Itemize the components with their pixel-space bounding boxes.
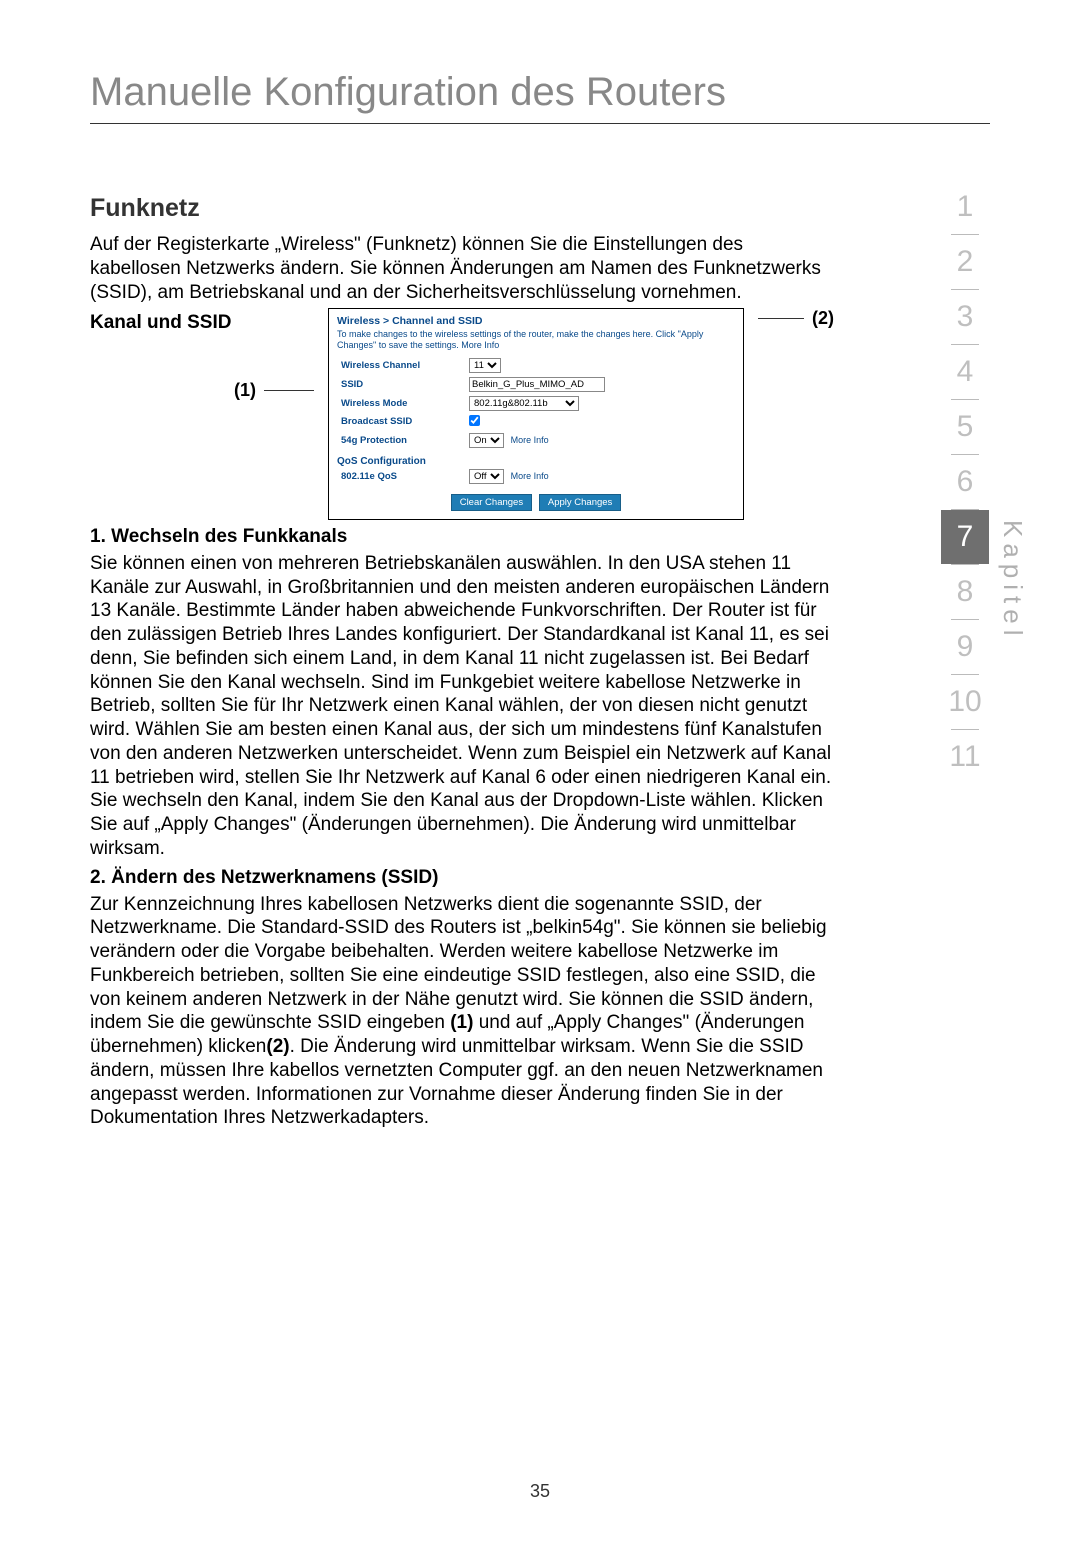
input-ssid[interactable]	[469, 377, 605, 392]
chapter-number-3[interactable]: 3	[941, 290, 989, 344]
callout-1-label: (1)	[234, 380, 256, 401]
chapter-number-6[interactable]: 6	[941, 455, 989, 509]
page-title: Manuelle Konfiguration des Routers	[90, 70, 990, 124]
select-80211e-qos[interactable]: Off	[469, 469, 504, 484]
page-number: 35	[0, 1481, 1080, 1502]
label-ssid: SSID	[337, 375, 465, 394]
subheading-2: 2. Ändern des Netzwerknamens (SSID)	[90, 867, 835, 889]
chapter-sidebar: 1234567891011 Kapitel	[941, 180, 1028, 784]
section-heading-funknetz: Funknetz	[90, 194, 835, 223]
chapter-number-4[interactable]: 4	[941, 345, 989, 399]
chapter-number-1[interactable]: 1	[941, 180, 989, 234]
select-wireless-mode[interactable]: 802.11g&802.11b	[469, 396, 579, 411]
label-wireless-channel: Wireless Channel	[337, 356, 465, 375]
label-wireless-mode: Wireless Mode	[337, 394, 465, 413]
router-settings-table: Wireless Channel 11 SSID Wireless Mode	[337, 356, 735, 450]
link-more-info-qos[interactable]: More Info	[511, 471, 549, 481]
chapter-number-11[interactable]: 11	[941, 730, 989, 784]
router-breadcrumb: Wireless > Channel and SSID	[337, 315, 735, 327]
sub2-callout-2: (2)	[266, 1036, 289, 1057]
manual-page: Manuelle Konfiguration des Routers Funkn…	[0, 0, 1080, 1542]
kapitel-label: Kapitel	[997, 520, 1028, 642]
main-content: Funknetz Auf der Registerkarte „Wireless…	[90, 194, 835, 1130]
chapter-number-8[interactable]: 8	[941, 565, 989, 619]
sub2-body: Zur Kennzeichnung Ihres kabellosen Netzw…	[90, 893, 835, 1131]
label-54g-protection: 54g Protection	[337, 431, 465, 450]
subheading-1: 1. Wechseln des Funkkanals	[90, 526, 835, 548]
qos-configuration-heading: QoS Configuration	[337, 456, 735, 467]
figure-left-column: Kanal und SSID (1)	[90, 308, 314, 401]
chapter-number-list: 1234567891011	[941, 180, 989, 784]
kanal-ssid-heading: Kanal und SSID	[90, 312, 314, 334]
router-qos-table: 802.11e QoS Off More Info	[337, 467, 735, 486]
router-admin-screenshot: Wireless > Channel and SSID To make chan…	[328, 308, 744, 520]
label-broadcast-ssid: Broadcast SSID	[337, 413, 465, 431]
select-54g-protection[interactable]: On	[469, 433, 504, 448]
clear-changes-button[interactable]: Clear Changes	[451, 494, 532, 511]
label-80211e-qos: 802.11e QoS	[337, 467, 465, 486]
router-button-row: Clear Changes Apply Changes	[337, 494, 735, 511]
link-more-info-protection[interactable]: More Info	[511, 435, 549, 445]
checkbox-broadcast-ssid[interactable]	[469, 415, 480, 426]
chapter-number-5[interactable]: 5	[941, 400, 989, 454]
apply-changes-button[interactable]: Apply Changes	[539, 494, 621, 511]
callout-2: (2)	[758, 308, 834, 371]
chapter-number-10[interactable]: 10	[941, 675, 989, 729]
chapter-number-2[interactable]: 2	[941, 235, 989, 289]
chapter-number-9[interactable]: 9	[941, 620, 989, 674]
select-wireless-channel[interactable]: 11	[469, 358, 501, 373]
section-intro-text: Auf der Registerkarte „Wireless" (Funkne…	[90, 233, 835, 304]
router-hint-text: To make changes to the wireless settings…	[337, 329, 735, 350]
callout-1: (1)	[90, 380, 314, 401]
callout-2-line	[758, 318, 804, 319]
sub2-callout-1: (1)	[450, 1012, 473, 1033]
sub1-body: Sie können einen von mehreren Betriebska…	[90, 552, 835, 861]
callout-1-line	[264, 390, 314, 391]
callout-2-label: (2)	[812, 308, 834, 329]
figure-row: Kanal und SSID (1) Wireless > Channel an…	[90, 308, 835, 520]
chapter-number-7[interactable]: 7	[941, 510, 989, 564]
